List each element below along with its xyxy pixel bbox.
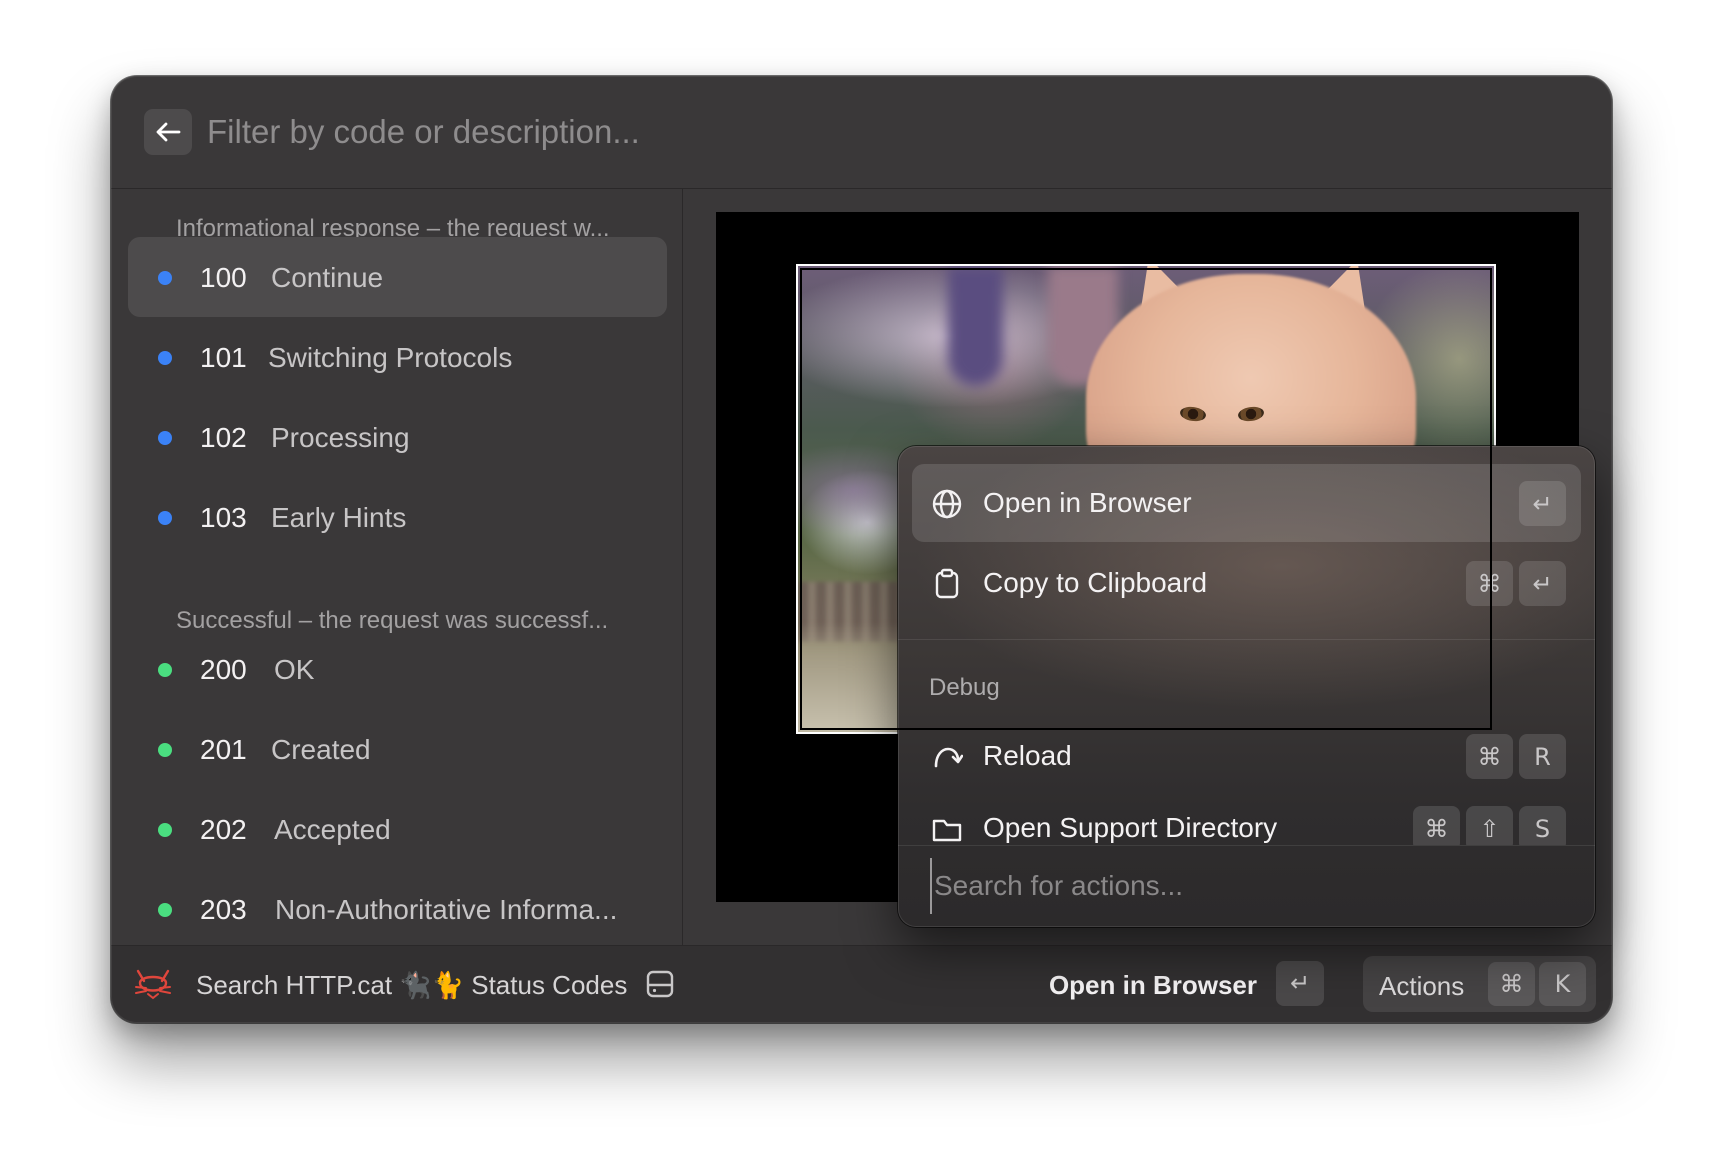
status-dot (158, 663, 172, 677)
clipboard-icon (935, 568, 959, 599)
status-code-list: Informational response – the request w..… (111, 189, 683, 946)
status-description: Processing (271, 422, 410, 453)
status-description: Accepted (274, 814, 391, 845)
command-key: ⌘ (1466, 561, 1513, 606)
status-description: Non-Authoritative Informa... (275, 894, 618, 925)
action-label: Reload (983, 740, 1072, 771)
extension-title: Search HTTP.cat 🐈‍⬛🐈 Status Codes (196, 970, 628, 1000)
status-code: 202 (200, 814, 247, 845)
actions-label: Actions (1379, 971, 1465, 1001)
shortcut-key-k: K (1539, 962, 1586, 1006)
cat-logo-icon (135, 969, 171, 1000)
primary-action-label[interactable]: Open in Browser (1049, 970, 1257, 1001)
divider (898, 845, 1595, 846)
return-key: ↵ (1519, 481, 1566, 526)
status-description: Continue (271, 262, 384, 293)
status-description: Early Hints (271, 502, 407, 533)
status-dot (158, 431, 172, 445)
shortcut-key-s: S (1519, 806, 1566, 845)
divider (898, 639, 1595, 640)
status-dot (158, 351, 172, 365)
action-label: Copy to Clipboard (983, 567, 1208, 598)
status-description: Created (271, 734, 371, 765)
back-button[interactable] (144, 109, 192, 155)
folder-icon (932, 819, 962, 842)
reload-icon (934, 747, 963, 768)
status-description: Switching Protocols (268, 342, 513, 373)
status-dot (158, 823, 172, 837)
shortcut: ⌘ ↵ (1466, 561, 1566, 606)
action-open-support-directory[interactable]: Open Support Directory ⌘ ⇧ S (912, 789, 1581, 845)
list-item-100[interactable]: 100 Continue (128, 237, 667, 317)
status-code: 203 (200, 894, 247, 925)
command-key: ⌘ (1413, 806, 1460, 845)
globe-icon (932, 489, 962, 519)
list-item-200[interactable]: 200 OK (128, 629, 667, 709)
list-item-201[interactable]: 201 Created (128, 709, 667, 789)
arrow-left-icon (156, 122, 181, 142)
status-code: 102 (200, 422, 247, 453)
command-key: ⌘ (1488, 962, 1535, 1006)
shortcut: ⌘ ⇧ S (1413, 806, 1566, 845)
shortcut: ⌘ R (1466, 734, 1566, 779)
status-code: 103 (200, 502, 247, 533)
status-dot (158, 271, 172, 285)
status-code: 201 (200, 734, 247, 765)
action-open-in-browser[interactable]: Open in Browser ↵ (912, 464, 1581, 542)
actions-button[interactable]: Actions ⌘ K (1363, 956, 1596, 1012)
status-code: 100 (200, 262, 247, 293)
action-copy-to-clipboard[interactable]: Copy to Clipboard ⌘ ↵ (912, 544, 1581, 622)
action-reload[interactable]: Reload ⌘ R (912, 717, 1581, 795)
status-dot (158, 903, 172, 917)
list-item-203[interactable]: 203 Non-Authoritative Informa... (128, 869, 667, 946)
actions-search-input[interactable] (930, 858, 1554, 914)
list-item-101[interactable]: 101 Switching Protocols (128, 317, 667, 397)
search-bar (111, 76, 1612, 189)
status-dot (158, 743, 172, 757)
section-header-debug: Debug (929, 674, 1000, 701)
primary-action-key: ↵ (1276, 961, 1324, 1006)
status-dot (158, 511, 172, 525)
actions-list: Open in Browser ↵ Copy to Clipboard ⌘ ↵ … (898, 446, 1595, 845)
return-key: ↵ (1519, 561, 1566, 606)
list-item-102[interactable]: 102 Processing (128, 397, 667, 477)
action-bar: Search HTTP.cat 🐈‍⬛🐈 Status Codes Open i… (111, 945, 1612, 1023)
action-label: Open Support Directory (983, 812, 1278, 843)
shift-key: ⇧ (1466, 806, 1513, 845)
action-label: Open in Browser (983, 487, 1192, 518)
actions-panel: Open in Browser ↵ Copy to Clipboard ⌘ ↵ … (898, 446, 1595, 927)
command-key: ⌘ (1466, 734, 1513, 779)
list-item-103[interactable]: 103 Early Hints (128, 477, 667, 557)
hard-drive-icon (646, 970, 674, 998)
list-item-202[interactable]: 202 Accepted (128, 789, 667, 869)
status-description: OK (274, 654, 315, 685)
status-code: 101 (200, 342, 247, 373)
status-code: 200 (200, 654, 247, 685)
shortcut-key-r: R (1519, 734, 1566, 779)
shortcut: ↵ (1519, 481, 1566, 526)
filter-input[interactable] (207, 100, 1507, 164)
